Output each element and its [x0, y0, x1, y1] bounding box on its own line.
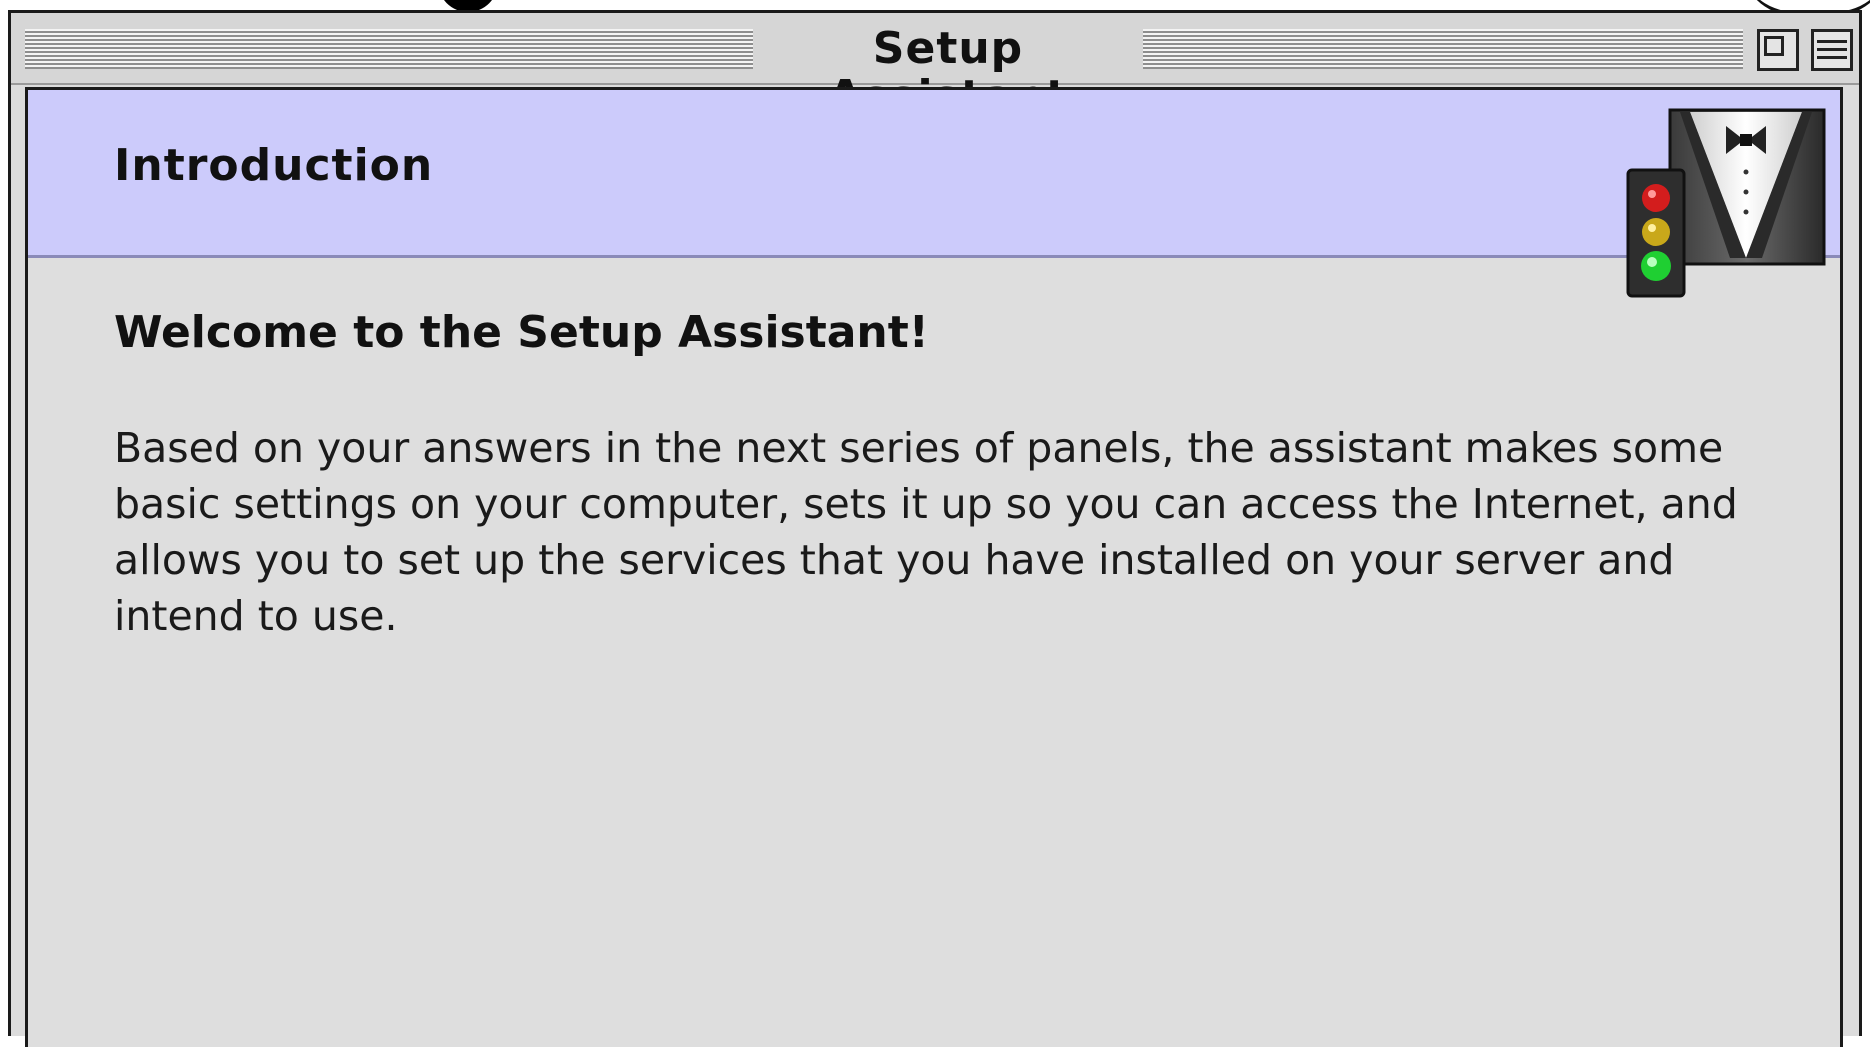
- windowshade-line: [1817, 56, 1847, 59]
- tuxedo-icon: [1668, 108, 1826, 266]
- title-bar-stripes-left: [25, 29, 753, 69]
- section-title: Introduction: [114, 140, 434, 191]
- title-bar[interactable]: Setup Assistant: [11, 13, 1859, 121]
- zoom-box-icon[interactable]: [1757, 29, 1799, 71]
- windowshade-line: [1817, 48, 1847, 51]
- title-bar-stripes-right: [1143, 29, 1743, 69]
- windowshade-icon[interactable]: [1811, 29, 1853, 71]
- window-title: Setup Assistant: [828, 23, 1067, 121]
- setup-assistant-window: Setup Assistant Introduction: [8, 10, 1862, 1047]
- welcome-heading: Welcome to the Setup Assistant!: [114, 307, 929, 358]
- intro-body-text: Based on your answers in the next series…: [114, 424, 1738, 640]
- assistant-panel: Introduction Welcome to the Setup Assist…: [25, 87, 1843, 1047]
- setup-assistant-logo-icon: [1626, 108, 1826, 298]
- traffic-light-icon: [1626, 168, 1686, 298]
- section-header: Introduction: [28, 90, 1840, 258]
- zoom-box-inner: [1764, 36, 1784, 56]
- windowshade-line: [1817, 40, 1847, 43]
